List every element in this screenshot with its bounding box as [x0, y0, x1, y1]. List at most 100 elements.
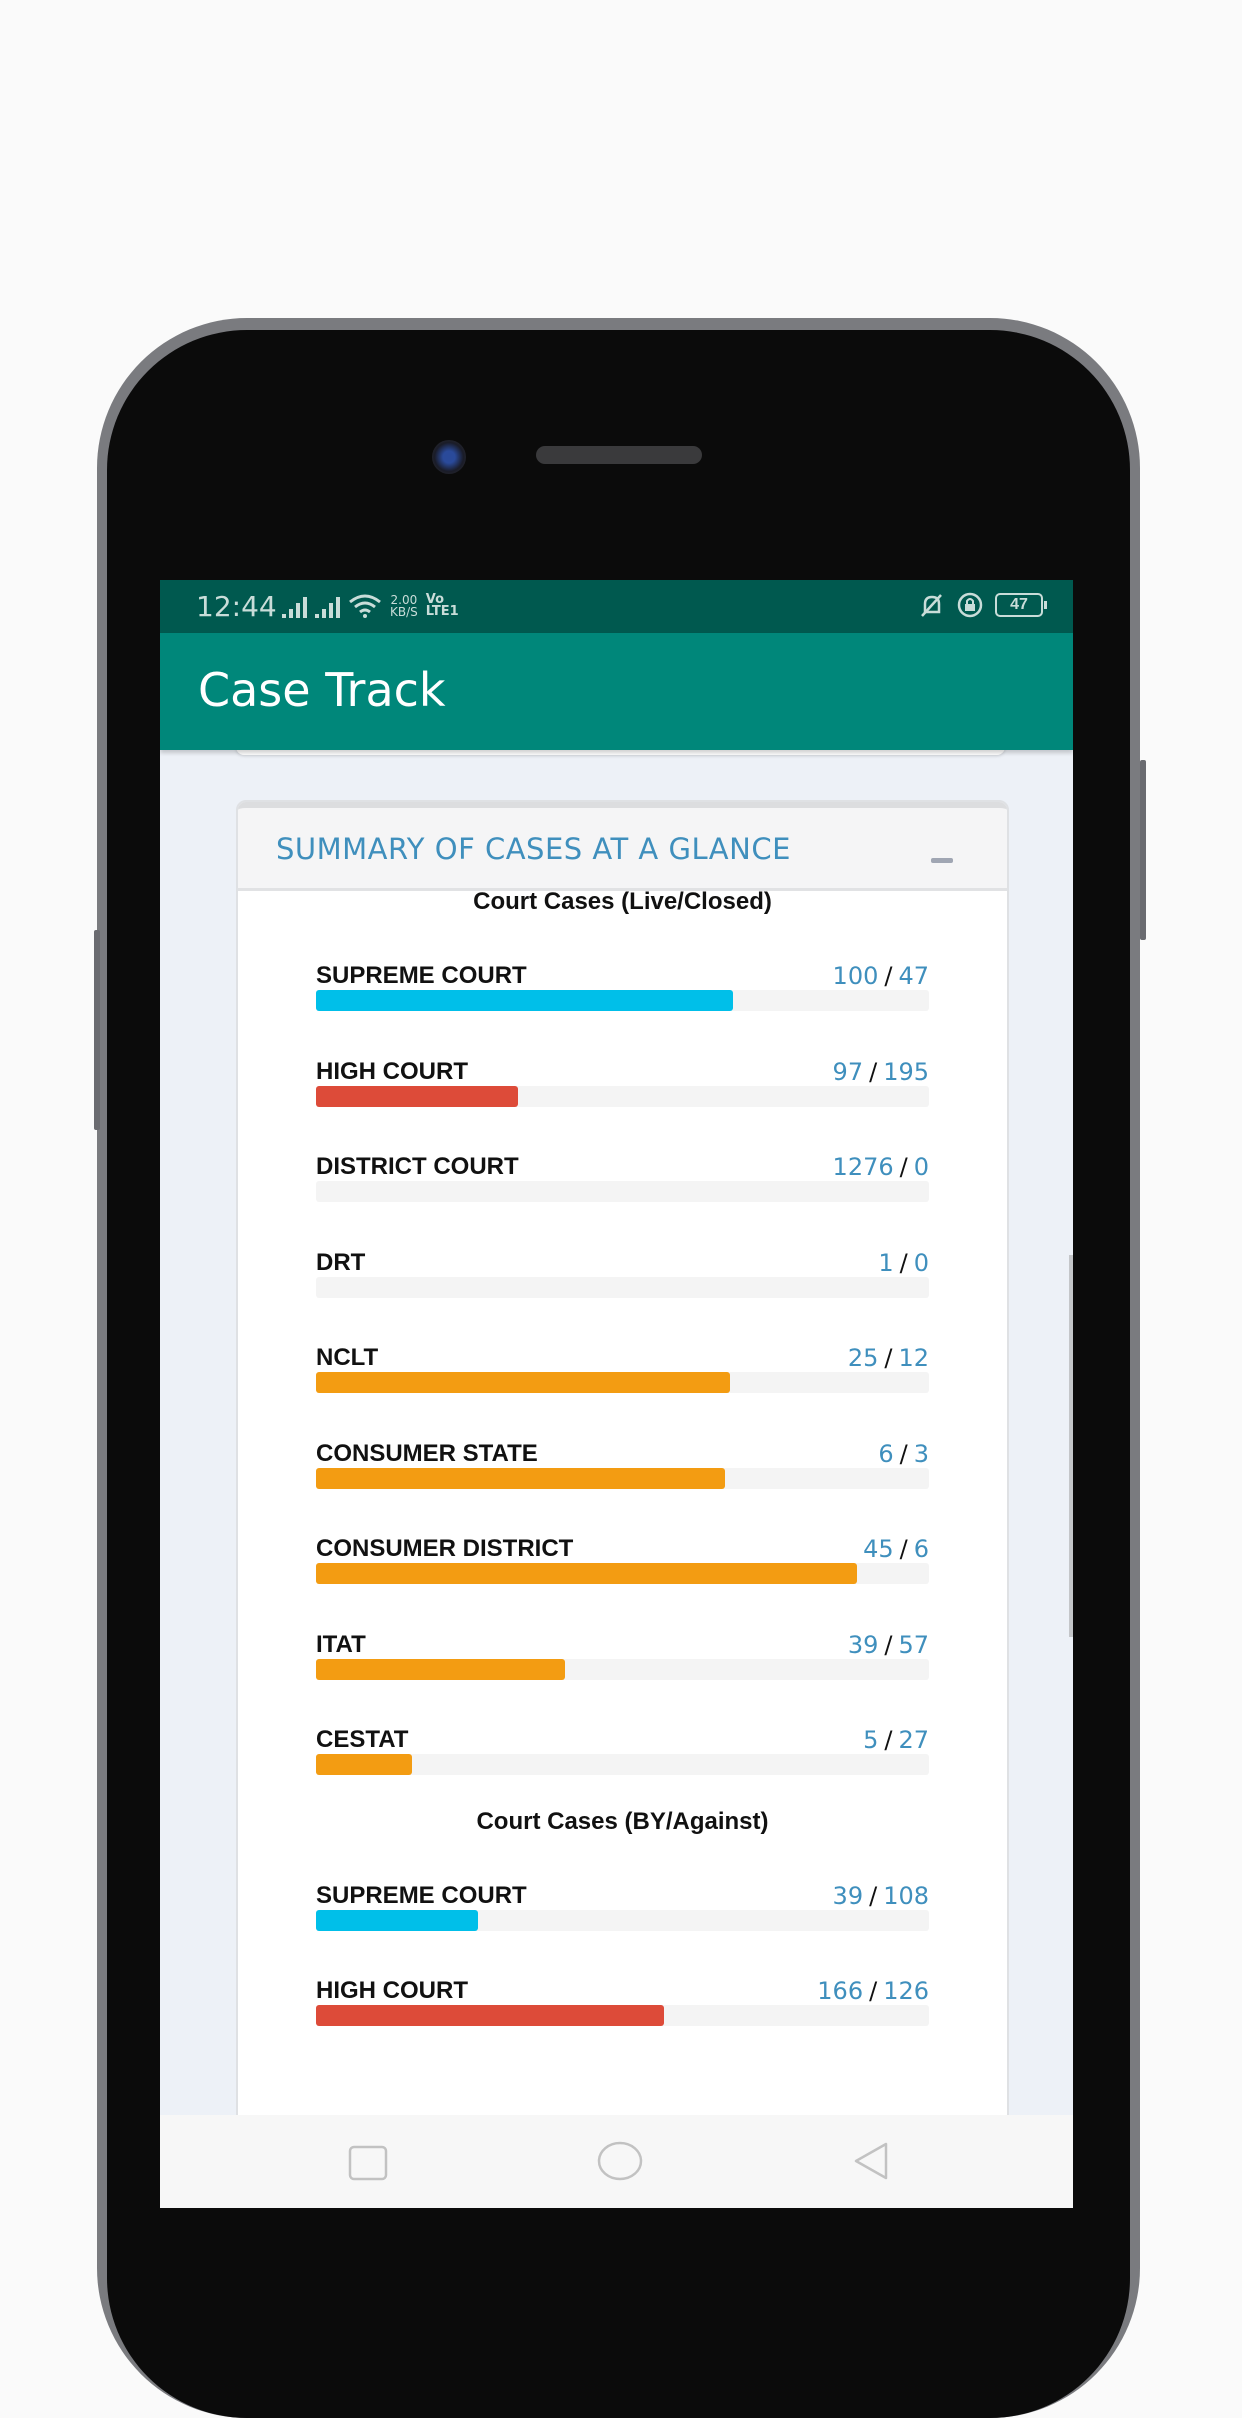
court-row: NCLT 25/12 — [316, 1344, 929, 1440]
progress-bar — [316, 1909, 479, 1931]
minus-icon[interactable] — [931, 858, 953, 863]
court-label: CONSUMER DISTRICT — [316, 1535, 574, 1562]
court-label: HIGH COURT — [316, 1057, 468, 1085]
triangle-back-icon[interactable] — [852, 2141, 892, 2181]
count-primary: 5 — [863, 1726, 879, 1754]
count-separator: / — [884, 962, 893, 990]
court-row: SUPREME COURT 100/47 — [316, 962, 929, 1058]
progress-bar — [316, 990, 733, 1011]
by-against-list: SUPREME COURT 39/108 HIGH COURT 166/126 — [316, 1882, 929, 2073]
progress-bar — [316, 1754, 412, 1775]
progress-track — [316, 2005, 929, 2026]
progress-track — [316, 1909, 929, 1931]
progress-track — [316, 990, 929, 1011]
volte-indicator: Vo LTE1 — [425, 592, 459, 619]
court-label: SUPREME COURT — [316, 1881, 527, 1909]
live-closed-list: SUPREME COURT 100/47 HIGH COURT 97/195 DISTR… — [316, 962, 929, 1822]
front-camera-icon — [432, 440, 466, 474]
count-primary: 100 — [832, 962, 879, 990]
count-separator: / — [899, 1535, 908, 1563]
court-label: CONSUMER STATE — [316, 1439, 538, 1467]
count-separator: / — [869, 1977, 878, 2005]
count-primary: 1 — [878, 1248, 894, 1277]
count-secondary: 3 — [913, 1439, 929, 1468]
earpiece-speaker — [536, 446, 702, 464]
court-label: SUPREME COURT — [316, 962, 527, 989]
count-primary: 97 — [832, 1057, 864, 1086]
court-row: DISTRICT COURT 1276/0 — [316, 1153, 929, 1249]
count-separator: / — [884, 1344, 893, 1372]
progress-track — [316, 1085, 929, 1107]
case-count: 25/12 — [848, 1344, 929, 1372]
court-row: HIGH COURT 97/195 — [316, 1058, 929, 1154]
count-separator: / — [869, 1881, 878, 1910]
navigation-bar — [160, 2115, 1073, 2208]
count-secondary: 12 — [898, 1344, 929, 1372]
court-row: HIGH COURT 166/126 — [316, 1977, 929, 2073]
count-primary: 1276 — [832, 1153, 894, 1181]
court-row: SUPREME COURT 39/108 — [316, 1882, 929, 1978]
case-count: 45/6 — [863, 1535, 929, 1563]
summary-card-header[interactable]: SUMMARY OF CASES AT A GLANCE — [238, 802, 1007, 891]
court-label: DISTRICT COURT — [316, 1153, 519, 1180]
court-row: DRT 1/0 — [316, 1249, 929, 1345]
count-secondary: 0 — [913, 1248, 929, 1277]
app-bar: Case Track — [160, 633, 1073, 750]
count-secondary: 0 — [913, 1153, 929, 1181]
case-count: 100/47 — [833, 962, 929, 990]
court-row: CONSUMER DISTRICT 45/6 — [316, 1535, 929, 1631]
network-speed: 2.00 KB/S — [390, 593, 418, 619]
signal-icon — [282, 596, 307, 618]
progress-bar — [316, 2005, 665, 2026]
progress-track — [316, 1754, 929, 1775]
progress-bar — [316, 1467, 725, 1489]
case-count: 5/27 — [863, 1726, 929, 1754]
count-separator: / — [899, 1248, 908, 1277]
circle-home-icon[interactable] — [596, 2141, 644, 2181]
count-separator: / — [899, 1439, 908, 1468]
count-primary: 166 — [817, 1977, 864, 2005]
count-separator: / — [884, 1726, 893, 1754]
wifi-icon — [349, 594, 381, 618]
progress-track — [316, 1181, 929, 1202]
court-label: NCLT — [316, 1344, 379, 1371]
count-primary: 25 — [847, 1344, 879, 1372]
progress-bar — [316, 1085, 519, 1107]
phone-side-button — [94, 930, 100, 1130]
app-title: Case Track — [198, 663, 446, 717]
progress-track — [316, 1563, 929, 1584]
court-row: CESTAT 5/27 — [316, 1726, 929, 1822]
progress-track — [316, 1658, 929, 1680]
case-count: 6/3 — [878, 1440, 929, 1468]
court-label: HIGH COURT — [316, 1977, 468, 2004]
count-primary: 39 — [832, 1881, 864, 1910]
progress-track — [316, 1372, 929, 1393]
phone-side-button — [1140, 760, 1146, 940]
scrollbar[interactable] — [1069, 1255, 1073, 1637]
count-secondary: 195 — [883, 1057, 929, 1086]
case-count: 97/195 — [833, 1058, 929, 1086]
battery-icon: 47 — [995, 593, 1047, 617]
case-count: 166/126 — [817, 1977, 929, 2005]
status-bar: 12:44 2.00 KB/S Vo LTE1 47 — [160, 580, 1073, 633]
case-count: 39/57 — [848, 1631, 929, 1659]
count-secondary: 27 — [898, 1726, 929, 1754]
count-separator: / — [869, 1057, 878, 1086]
case-count: 39/108 — [833, 1882, 929, 1910]
bell-muted-icon — [921, 594, 942, 617]
case-count: 1/0 — [878, 1249, 929, 1277]
summary-card-title: SUMMARY OF CASES AT A GLANCE — [276, 832, 791, 866]
progress-track — [316, 1467, 929, 1489]
count-secondary: 57 — [898, 1630, 929, 1659]
summary-card: SUMMARY OF CASES AT A GLANCE Court Cases… — [236, 800, 1009, 2208]
count-secondary: 47 — [898, 962, 929, 990]
court-row: ITAT 39/57 — [316, 1631, 929, 1727]
status-time: 12:44 — [196, 590, 277, 623]
progress-bar — [316, 1658, 565, 1680]
square-recents-icon[interactable] — [348, 2145, 388, 2181]
court-row: CONSUMER STATE 6/3 — [316, 1440, 929, 1536]
count-primary: 39 — [847, 1630, 879, 1659]
progress-bar — [316, 1563, 857, 1584]
court-label: DRT — [316, 1248, 366, 1276]
signal-icon — [315, 596, 340, 618]
